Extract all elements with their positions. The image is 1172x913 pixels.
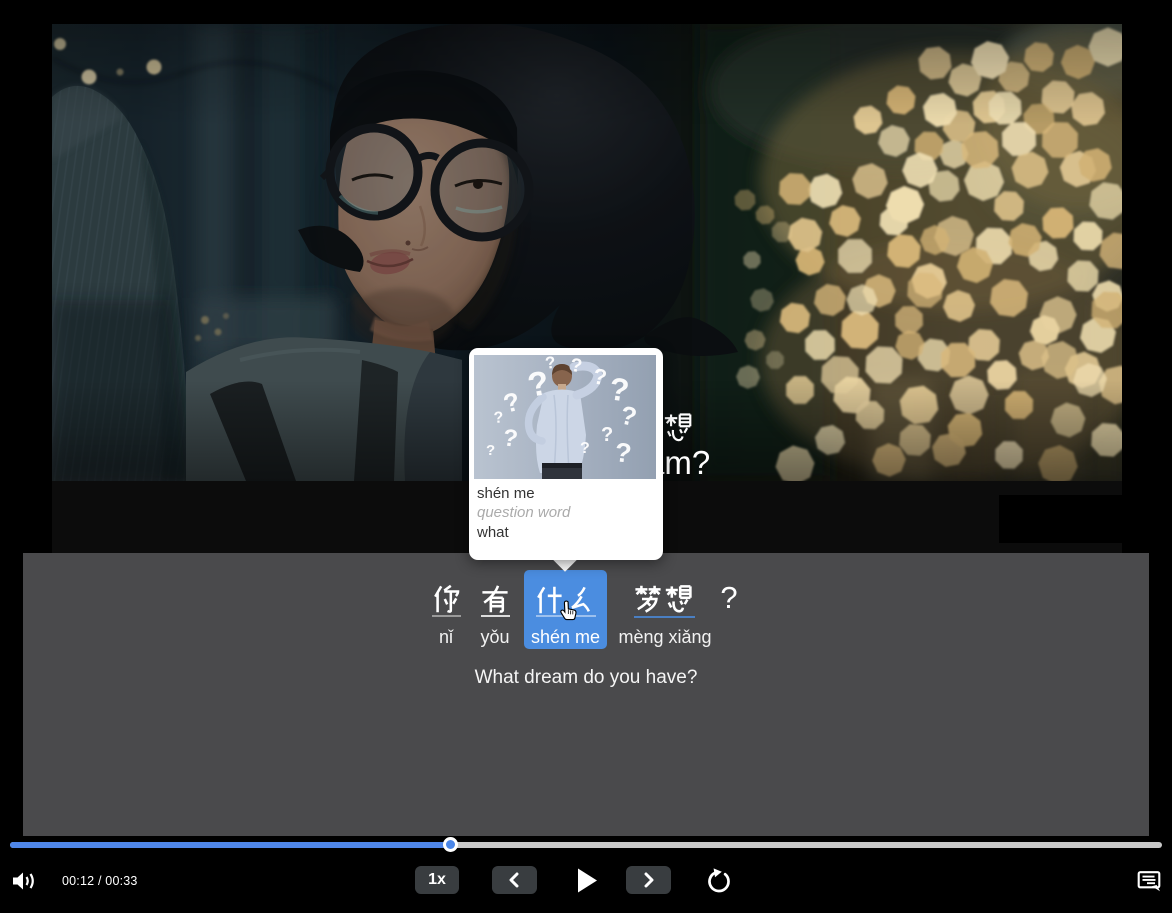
svg-text:?: ? <box>493 409 504 427</box>
svg-text:?: ? <box>580 440 590 457</box>
svg-text:?: ? <box>613 437 633 469</box>
svg-text:?: ? <box>486 442 495 459</box>
svg-text:?: ? <box>601 424 613 446</box>
svg-text:?: ? <box>569 355 583 377</box>
